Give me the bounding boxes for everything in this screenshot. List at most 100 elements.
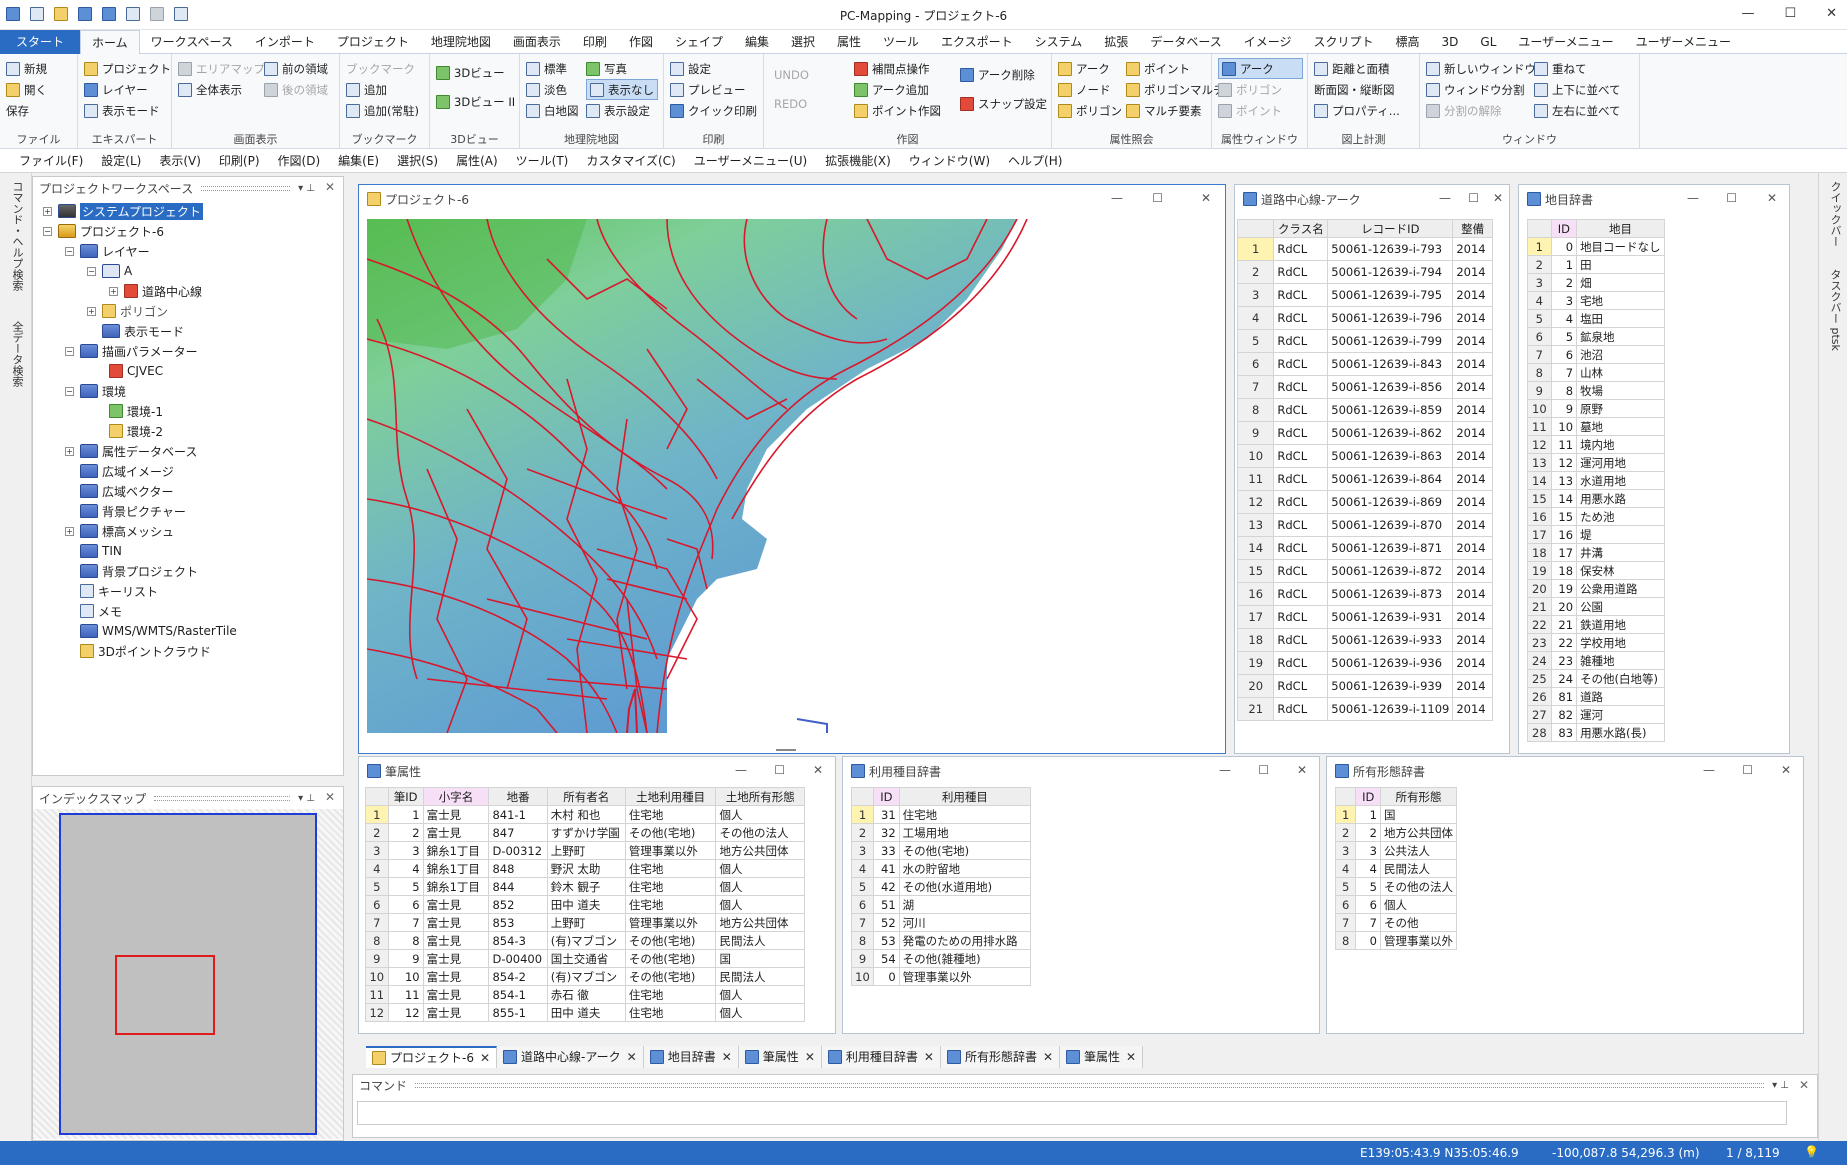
col-ownership-id[interactable]: ID [1355, 787, 1381, 806]
table-cell[interactable]: 50061-12639-i-799 [1327, 329, 1454, 353]
row-number[interactable]: 27 [1527, 705, 1552, 724]
doc-tab-close-icon[interactable]: ✕ [924, 1046, 934, 1068]
table-row[interactable]: 4 41 水の貯留地 [851, 859, 1032, 878]
table-cell[interactable]: 用悪水路(長) [1576, 723, 1665, 742]
table-cell[interactable]: 848 [488, 859, 548, 878]
map-canvas[interactable] [367, 219, 1210, 733]
tab-shape[interactable]: シェイプ [664, 30, 734, 54]
table-cell[interactable]: 木村 和也 [546, 805, 626, 824]
table-row[interactable]: 16 15 ため池 [1527, 507, 1665, 526]
table-cell[interactable]: 844 [488, 877, 548, 896]
table-cell[interactable]: 10 [1550, 417, 1578, 436]
table-cell[interactable]: その他 [1379, 913, 1458, 932]
table-cell[interactable]: 1 [1355, 805, 1381, 824]
table-cell[interactable]: 2014 [1452, 444, 1493, 468]
table-cell[interactable]: 用悪水路 [1576, 489, 1665, 508]
table-cell[interactable]: 工場用地 [898, 823, 1032, 842]
col-koaza[interactable]: 小字名 [422, 787, 490, 806]
table-row[interactable]: 6 6 富士見 852 田中 道夫 住宅地 個人 [365, 895, 805, 914]
table-cell[interactable]: 854-1 [488, 985, 548, 1004]
table-cell[interactable]: 7 [1355, 913, 1381, 932]
table-cell[interactable]: 国土交通省 [546, 949, 626, 968]
tab-elevation[interactable]: 標高 [1385, 30, 1431, 54]
tree-attribute-db[interactable]: + 属性データベース [43, 441, 237, 461]
table-cell[interactable]: RdCL [1273, 674, 1329, 698]
map-minimize-icon[interactable]: — [1111, 191, 1123, 205]
row-number[interactable]: 17 [1236, 605, 1275, 629]
arc-delete-button[interactable]: アーク削除 [960, 64, 1047, 85]
table-cell[interactable]: 国 [715, 949, 805, 968]
table-cell[interactable]: 50061-12639-i-794 [1327, 260, 1454, 284]
table-cell[interactable]: RdCL [1273, 536, 1329, 560]
table-cell[interactable]: 54 [872, 949, 900, 968]
table-row[interactable]: 2 2 富士見 847 すずかけ学園 その他(宅地) その他の法人 [365, 823, 805, 842]
table-row[interactable]: 1 0 地目コードなし [1527, 237, 1665, 256]
tab-script[interactable]: スクリプト [1303, 30, 1385, 54]
table-cell[interactable]: 2014 [1452, 697, 1493, 721]
gsi-display-settings-button[interactable]: 表示設定 [586, 100, 658, 121]
row-number[interactable]: 24 [1527, 651, 1552, 670]
row-number[interactable]: 11 [1527, 417, 1552, 436]
tree-polygon[interactable]: + ポリゴン [43, 301, 237, 321]
menu-window[interactable]: ウィンドウ(W) [900, 149, 999, 173]
table-cell[interactable]: 855-1 [488, 1003, 548, 1022]
table-cell[interactable]: 2014 [1452, 559, 1493, 583]
row-number[interactable]: 1 [365, 805, 389, 824]
tab-3d[interactable]: 3D [1431, 30, 1470, 54]
table-cell[interactable]: 50061-12639-i-870 [1327, 513, 1454, 537]
chimoku-close-icon[interactable]: ✕ [1767, 191, 1777, 205]
row-number[interactable]: 10 [851, 967, 874, 986]
tree-wide-image[interactable]: 広域イメージ [43, 461, 237, 481]
row-number[interactable]: 21 [1527, 597, 1552, 616]
table-cell[interactable]: 池沼 [1576, 345, 1665, 364]
table-cell[interactable]: 2014 [1452, 490, 1493, 514]
table-cell[interactable]: 上野町 [546, 913, 626, 932]
table-row[interactable]: 17 RdCL 50061-12639-i-931 2014 [1236, 605, 1493, 629]
table-cell[interactable]: 地目コードなし [1576, 237, 1665, 256]
table-row[interactable]: 2 32 工場用地 [851, 823, 1032, 842]
table-cell[interactable]: 50061-12639-i-1109 [1327, 697, 1454, 721]
table-row[interactable]: 22 21 鉄道用地 [1527, 615, 1665, 634]
table-row[interactable]: 5 5 錦糸1丁目 844 鈴木 観子 住宅地 個人 [365, 877, 805, 896]
tree-display-mode[interactable]: 表示モード [43, 321, 237, 341]
table-cell[interactable]: 14 [1550, 489, 1578, 508]
row-number[interactable]: 23 [1527, 633, 1552, 652]
row-number[interactable]: 5 [851, 877, 874, 896]
table-row[interactable]: 8 RdCL 50061-12639-i-859 2014 [1236, 398, 1493, 422]
row-number[interactable]: 13 [1236, 513, 1275, 537]
tree-draw-params[interactable]: − 描画パラメーター [43, 341, 237, 361]
table-cell[interactable]: RdCL [1273, 421, 1329, 445]
tab-user-menu-2[interactable]: ユーザーメニュー [1625, 30, 1742, 54]
table-cell[interactable]: 2014 [1452, 536, 1493, 560]
row-number[interactable]: 18 [1527, 543, 1552, 562]
gsi-standard-button[interactable]: 標準 [526, 58, 579, 79]
table-cell[interactable]: 牧場 [1576, 381, 1665, 400]
table-row[interactable]: 15 14 用悪水路 [1527, 489, 1665, 508]
table-row[interactable]: 6 RdCL 50061-12639-i-843 2014 [1236, 352, 1493, 376]
table-row[interactable]: 1 RdCL 50061-12639-i-793 2014 [1236, 237, 1493, 261]
table-row[interactable]: 4 3 宅地 [1527, 291, 1665, 310]
table-cell[interactable]: 4 [1550, 309, 1578, 328]
table-row[interactable]: 14 13 水道用地 [1527, 471, 1665, 490]
table-cell[interactable]: 50061-12639-i-864 [1327, 467, 1454, 491]
table-cell[interactable]: 富士見 [422, 805, 490, 824]
table-cell[interactable]: 住宅地 [898, 805, 1032, 824]
table-row[interactable]: 24 23 雑種地 [1527, 651, 1665, 670]
menu-settings[interactable]: 設定(L) [92, 149, 150, 173]
table-cell[interactable]: 道路 [1576, 687, 1665, 706]
table-row[interactable]: 11 11 富士見 854-1 赤石 徹住宅地 個人 [365, 985, 805, 1004]
row-number[interactable]: 3 [1527, 273, 1552, 292]
table-cell[interactable]: その他(白地等) [1576, 669, 1665, 688]
landuse-minimize-icon[interactable]: — [1219, 763, 1231, 777]
table-cell[interactable]: 50061-12639-i-859 [1327, 398, 1454, 422]
table-row[interactable]: 11 RdCL 50061-12639-i-864 2014 [1236, 467, 1493, 491]
tree-tin[interactable]: TIN [43, 541, 237, 561]
table-cell[interactable]: 山林 [1576, 363, 1665, 382]
col-ownership-name[interactable]: 所有形態 [1379, 787, 1458, 806]
index-map-close-icon[interactable]: ✕ [325, 790, 335, 804]
area-map-button[interactable]: エリアマップ [178, 58, 265, 79]
table-cell[interactable]: 個人 [715, 1003, 805, 1022]
layer-button[interactable]: レイヤー [84, 79, 167, 100]
table-cell[interactable]: 50061-12639-i-931 [1327, 605, 1454, 629]
tab-gl[interactable]: GL [1469, 30, 1507, 54]
